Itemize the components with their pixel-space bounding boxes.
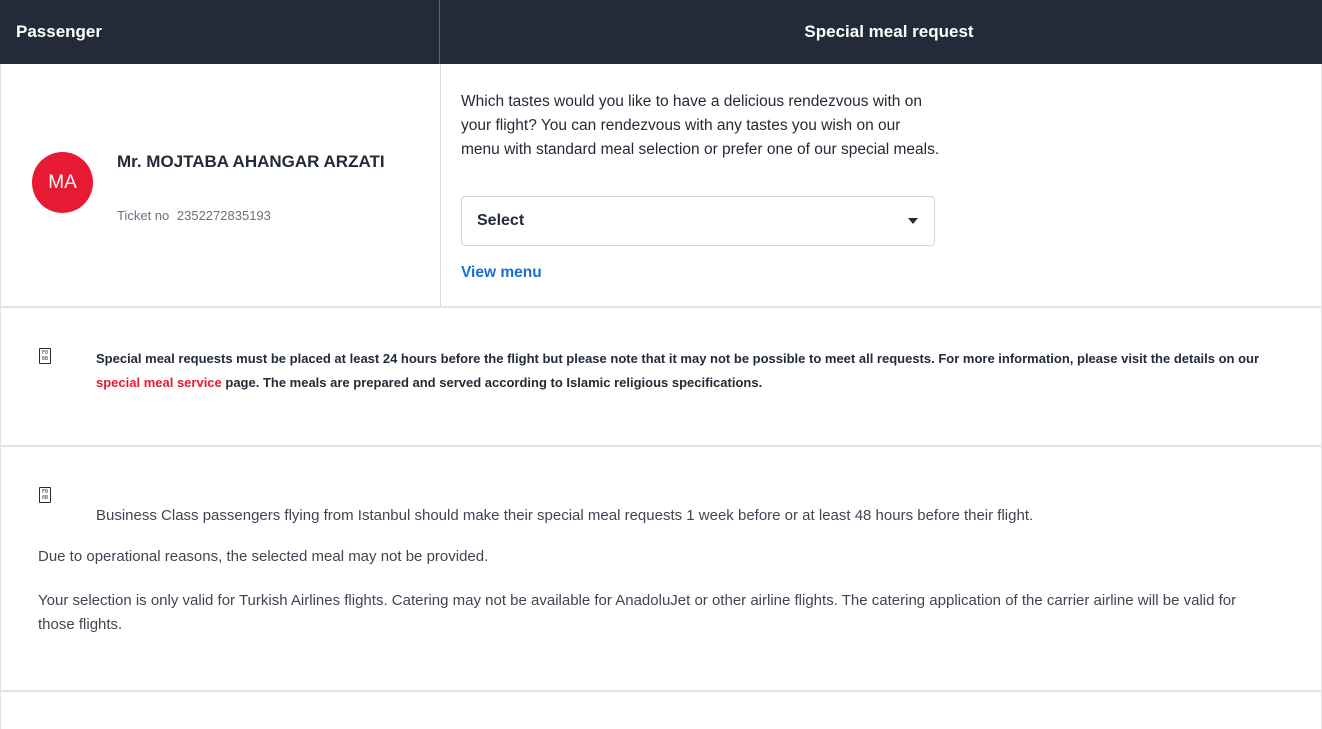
meal-description: Which tastes would you like to have a de… [461, 93, 940, 158]
avatar: MA [32, 152, 93, 213]
special-meal-service-link[interactable]: special meal service [96, 375, 222, 390]
passenger-cell: MA Mr. MOJTABA AHANGAR ARZATI Ticket no … [0, 64, 441, 306]
passenger-row: MA Mr. MOJTABA AHANGAR ARZATI Ticket no … [0, 64, 1322, 308]
special-meal-notice: F0 6B Special meal requests must be place… [0, 308, 1322, 447]
table-header: Passenger Special meal request [0, 0, 1322, 64]
notice-text-before: Special meal requests must be placed at … [96, 351, 1260, 366]
special-meal-column-header: Special meal request [804, 22, 974, 41]
ticket-label: Ticket no [117, 208, 170, 223]
info-icon: F0 6B [39, 348, 51, 364]
notice-text-after: page. The meals are prepared and served … [221, 375, 763, 390]
special-meal-notice-text: Special meal requests must be placed at … [96, 347, 1306, 395]
ticket-value: 2352272835193 [176, 208, 271, 223]
meal-cell: Which tastes would you like to have a de… [441, 64, 1321, 306]
meal-select-dropdown[interactable]: Select [461, 196, 935, 246]
meal-select-value: Select [477, 212, 525, 229]
business-class-text: Business Class passengers flying from Is… [96, 507, 1034, 524]
ticket-number: Ticket no 2352272835193 [117, 208, 271, 223]
info-icon: F0 6B [39, 487, 51, 503]
next-row-container [0, 692, 1322, 729]
passenger-name: Mr. MOJTABA AHANGAR ARZATI [117, 152, 385, 171]
validity-text: Your selection is only valid for Turkish… [38, 592, 1237, 633]
passenger-column-header: Passenger [0, 0, 440, 64]
operational-reasons-text: Due to operational reasons, the selected… [38, 548, 489, 565]
business-class-notice: F0 6B Business Class passengers flying fr… [0, 447, 1322, 692]
caret-down-icon [908, 218, 918, 224]
view-menu-link[interactable]: View menu [461, 264, 542, 282]
